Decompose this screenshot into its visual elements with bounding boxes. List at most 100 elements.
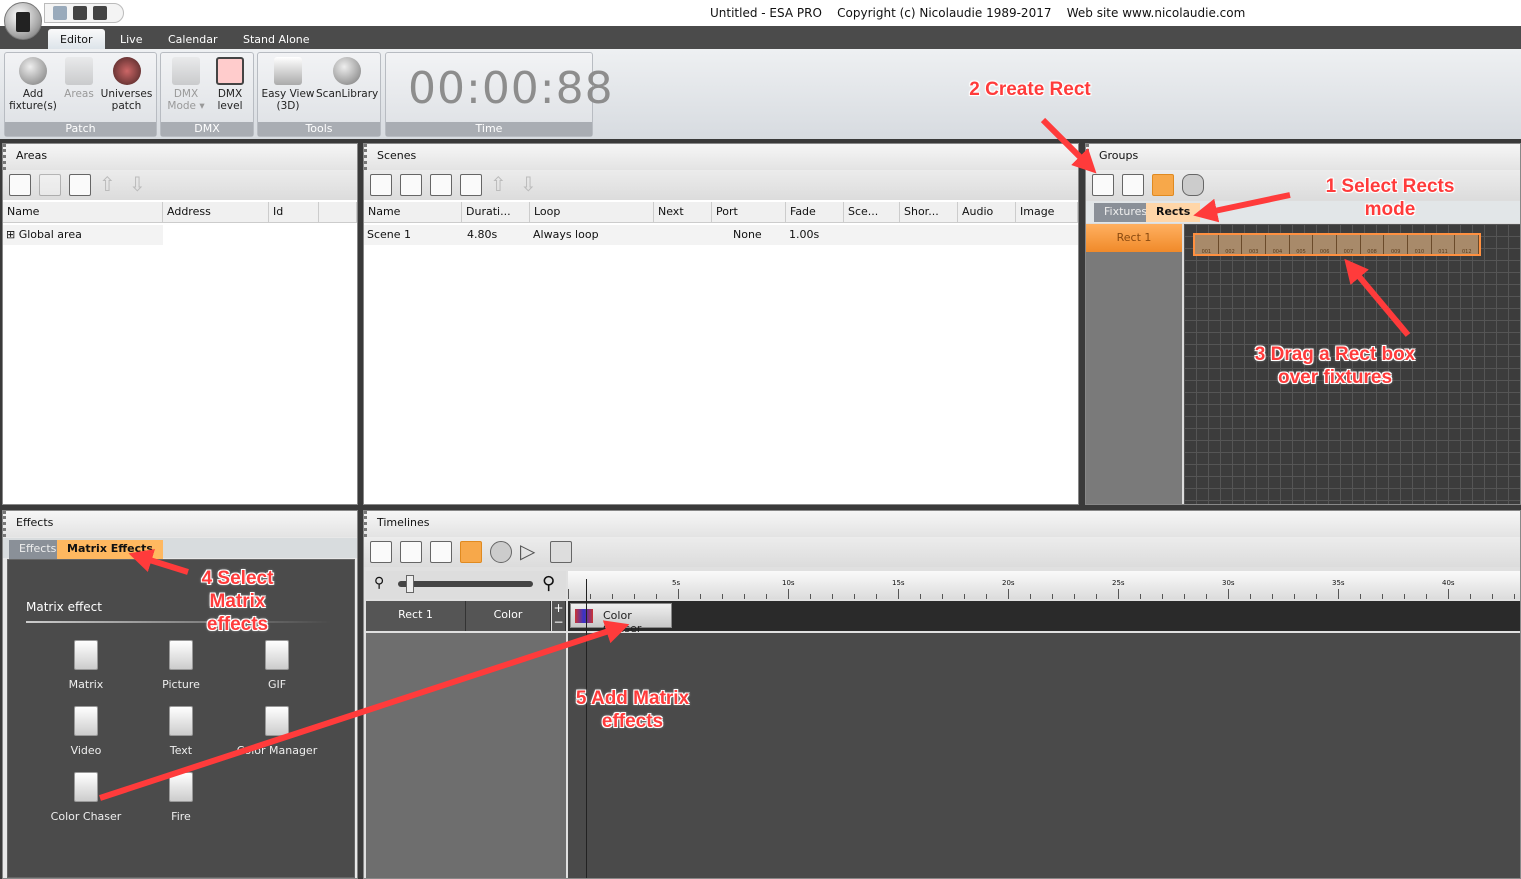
delete-area-icon[interactable] — [39, 174, 61, 196]
edit-icon[interactable] — [69, 174, 91, 196]
ribbon: Add fixture(s) Areas Universes patch Pat… — [0, 49, 1521, 139]
scenes-toolbar: ⇧ ⇩ — [364, 170, 1078, 200]
dmx-group: DMX Mode ▾ DMX level DMX — [160, 52, 254, 137]
tab-matrix-effects[interactable]: Matrix Effects — [57, 540, 163, 559]
tab-live[interactable]: Live — [108, 29, 154, 49]
scanlibrary-button[interactable]: ScanLibrary — [316, 57, 378, 100]
fixture-cell[interactable]: 009 — [1384, 235, 1409, 255]
create-rect-icon[interactable] — [1092, 174, 1114, 196]
add-remove-track[interactable]: + − — [552, 601, 566, 631]
fixture-cell[interactable]: 005 — [1290, 235, 1314, 255]
table-row[interactable]: Scene 1 4.80s Always loop None 1.00s — [364, 225, 1078, 245]
ruler-tick — [1250, 594, 1251, 599]
distribute-icon[interactable] — [430, 541, 452, 563]
areas-button[interactable]: Areas — [59, 57, 99, 100]
effect-color-manager[interactable]: Color Manager — [232, 706, 322, 757]
rect-box[interactable]: 001 002 003 004 005 006 007 008 009 010 011 012 — [1193, 233, 1481, 256]
col-next[interactable]: Next — [654, 202, 712, 222]
col-icons[interactable] — [319, 202, 357, 222]
arrow-down-icon[interactable]: ⇩ — [129, 174, 151, 196]
effect-fire[interactable]: Fire — [136, 772, 226, 823]
slider-thumb[interactable] — [406, 575, 414, 593]
fixture-cell[interactable]: 004 — [1266, 235, 1290, 255]
ruler-tick — [1470, 594, 1471, 599]
fixture-cell[interactable]: 007 — [1337, 235, 1361, 255]
zoom-in-icon[interactable]: ⚲ — [542, 573, 555, 594]
arrow-up-icon[interactable]: ⇧ — [490, 174, 512, 196]
stop-icon[interactable] — [550, 541, 572, 563]
magnifier-icon[interactable] — [1152, 174, 1174, 196]
track-lane[interactable]: Color Chaser — [568, 601, 1520, 635]
time-ruler[interactable]: 5s 10s 15s 20s 25s 30s 35s 40s — [568, 571, 1520, 599]
record-timecode-icon[interactable] — [460, 541, 482, 563]
zoom-out-icon[interactable]: ⚲ — [374, 575, 384, 591]
add-scene-icon[interactable] — [370, 174, 392, 196]
fixture-cell[interactable]: 001 — [1195, 235, 1219, 255]
align-icon[interactable] — [400, 541, 422, 563]
add-area-icon[interactable] — [9, 174, 31, 196]
effect-gif[interactable]: GIF — [232, 640, 322, 691]
timeline-area[interactable] — [568, 633, 1520, 878]
col-duration[interactable]: Durati... — [462, 202, 530, 222]
col-address[interactable]: Address — [163, 202, 269, 222]
track-type[interactable]: Color — [466, 601, 551, 631]
rect-item[interactable]: Rect 1 — [1086, 224, 1182, 252]
annotation-5: 5 Add Matrix effects — [575, 688, 690, 732]
add-fixture-button[interactable]: Add fixture(s) — [9, 57, 57, 112]
col-loop[interactable]: Loop — [530, 202, 654, 222]
ruler-tick — [1030, 594, 1031, 599]
col-image[interactable]: Image — [1016, 202, 1078, 222]
dmx-mode-button[interactable]: DMX Mode ▾ — [163, 57, 209, 112]
copy-scene-icon[interactable] — [400, 174, 422, 196]
fixture-cell[interactable]: 010 — [1408, 235, 1432, 255]
col-shortcut[interactable]: Shor... — [900, 202, 958, 222]
fixture-cell[interactable]: 003 — [1242, 235, 1267, 255]
arrow-down-icon[interactable]: ⇩ — [520, 174, 542, 196]
ruler-tick — [1492, 594, 1493, 599]
fixture-cell[interactable]: 006 — [1313, 235, 1338, 255]
tab-stand-alone[interactable]: Stand Alone — [231, 29, 322, 49]
tab-rects[interactable]: Rects — [1146, 203, 1201, 222]
effect-matrix[interactable]: Matrix — [41, 640, 131, 691]
col-fade[interactable]: Fade — [786, 202, 844, 222]
lock-xy-icon[interactable] — [1182, 174, 1204, 196]
matrix-effects-list: Matrix effect Matrix Picture GIF Video Text C… — [7, 559, 355, 878]
edit-icon[interactable] — [460, 174, 482, 196]
col-audio[interactable]: Audio — [958, 202, 1016, 222]
universes-patch-button[interactable]: Universes patch — [99, 57, 154, 112]
easy-view-button[interactable]: Easy View (3D) — [260, 57, 316, 112]
fixture-cell[interactable]: 012 — [1455, 235, 1480, 255]
zoom-slider[interactable]: ⚲ ⚲ — [366, 571, 566, 599]
tab-calendar[interactable]: Calendar — [156, 29, 229, 49]
areas-icon — [65, 57, 93, 85]
alarm-clock-icon[interactable] — [370, 541, 392, 563]
record-icon[interactable] — [490, 541, 512, 563]
arrow-up-icon[interactable]: ⇧ — [99, 174, 121, 196]
effect-video[interactable]: Video — [41, 706, 131, 757]
effect-color-chaser[interactable]: Color Chaser — [41, 772, 131, 823]
delete-rect-icon[interactable] — [1122, 174, 1144, 196]
new-icon[interactable] — [53, 6, 67, 20]
col-port[interactable]: Port — [712, 202, 786, 222]
col-name[interactable]: Name — [364, 202, 462, 222]
table-row[interactable]: ⊞ Global area — [3, 225, 357, 245]
track-name[interactable]: Rect 1 — [366, 601, 466, 631]
col-scene[interactable]: Sce... — [844, 202, 900, 222]
play-icon[interactable]: ▷ — [520, 541, 542, 563]
fixture-cell[interactable]: 002 — [1219, 235, 1243, 255]
col-id[interactable]: Id — [269, 202, 319, 222]
fixture-cell[interactable]: 008 — [1361, 235, 1385, 255]
effect-text[interactable]: Text — [136, 706, 226, 757]
effect-picture[interactable]: Picture — [136, 640, 226, 691]
app-menu-button[interactable] — [4, 2, 42, 40]
track-headers-area — [366, 633, 566, 878]
delete-scene-icon[interactable] — [430, 174, 452, 196]
fixture-cell[interactable]: 011 — [1432, 235, 1456, 255]
section-title: Matrix effect — [26, 600, 102, 614]
tab-editor[interactable]: Editor — [48, 29, 105, 49]
col-name[interactable]: Name — [3, 202, 163, 222]
scanlibrary-icon — [333, 57, 361, 85]
open-icon[interactable] — [73, 6, 87, 20]
dmx-level-button[interactable]: DMX level — [209, 57, 251, 112]
save-icon[interactable] — [93, 6, 107, 20]
